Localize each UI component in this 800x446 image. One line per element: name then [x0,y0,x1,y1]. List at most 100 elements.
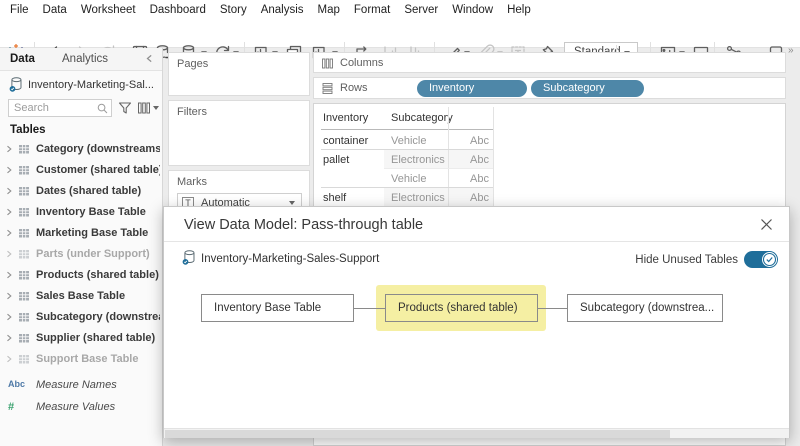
chevron-right-icon[interactable] [5,250,13,258]
table-label: Support Base Table [36,353,160,365]
tab-data[interactable]: Data [10,53,35,65]
chevron-right-icon[interactable] [5,145,13,153]
node-connector [354,308,385,309]
datasource-icon [182,249,196,266]
menu-data[interactable]: Data [36,2,74,18]
filters-label: Filters [177,106,207,118]
table-label: Sales Base Table [36,290,160,302]
crosstab-header-subcategory: Subcategory [391,112,453,124]
table-row-customer[interactable]: Customer (shared table) [0,161,162,182]
table-row-support-base[interactable]: Support Base Table [0,350,162,371]
table-label: Supplier (shared table) [36,332,160,344]
table-icon [18,332,30,344]
dialog-title: View Data Model: Pass-through table [184,217,423,233]
dialog-datasource-name: Inventory-Marketing-Sales-Support [201,253,379,265]
chevron-right-icon[interactable] [5,208,13,216]
table-icon [18,290,30,302]
collapse-pane-icon[interactable] [145,53,154,64]
pages-label: Pages [177,58,208,70]
view-options-icon[interactable] [137,101,151,115]
table-icon [18,269,30,281]
filter-fields-icon[interactable] [118,101,132,115]
crosstab-header-inventory: Inventory [323,112,368,124]
rows-shelf[interactable]: Rows Inventory Subcategory [313,77,786,99]
columns-shelf[interactable]: Columns [313,52,786,73]
model-node-inventory-base[interactable]: Inventory Base Table [201,294,354,322]
table-row-category[interactable]: Category (downstreams... [0,140,162,161]
model-node-subcategory[interactable]: Subcategory (downstrea... [567,294,723,322]
table-icon [18,143,30,155]
table-icon [18,227,30,239]
chevron-right-icon[interactable] [5,187,13,195]
columns-icon [322,58,333,69]
menu-worksheet[interactable]: Worksheet [74,2,143,18]
chevron-right-icon[interactable] [5,313,13,321]
chevron-right-icon[interactable] [5,292,13,300]
field-measure-values[interactable]: # Measure Values [0,398,162,419]
field-label: Measure Values [36,401,115,413]
menu-story[interactable]: Story [213,2,254,18]
table-label: Inventory Base Table [36,206,160,218]
toolbar-overflow-icon[interactable]: » [788,45,794,56]
table-row-marketing-base[interactable]: Marketing Base Table [0,224,162,245]
menu-window[interactable]: Window [445,2,500,18]
chevron-right-icon[interactable] [5,229,13,237]
view-options-caret-icon[interactable] [153,106,159,110]
model-node-products[interactable]: Products (shared table) [385,294,538,322]
table-row-subcategory[interactable]: Subcategory (downstrea... [0,308,162,329]
table-row-dates[interactable]: Dates (shared table) [0,182,162,203]
tab-analytics[interactable]: Analytics [62,53,108,65]
table-row-parts[interactable]: Parts (under Support) [0,245,162,266]
search-icon [96,102,109,115]
crosstab-cell: Abc [451,135,489,147]
crosstab-cell: Vehicle [391,173,426,185]
menu-format[interactable]: Format [347,2,397,18]
hide-unused-tables-toggle[interactable] [744,251,778,268]
pages-card[interactable]: Pages [168,52,310,96]
toggle-knob [762,252,777,267]
crosstab-cell: shelf [323,192,346,204]
crosstab-cell: Abc [451,154,489,166]
columns-label: Columns [340,57,383,69]
menu-help[interactable]: Help [500,2,538,18]
data-pane: Data Analytics Inventory-Marketing-Sal..… [0,48,163,446]
datasource-row[interactable]: Inventory-Marketing-Sal... [0,74,162,96]
chevron-right-icon[interactable] [5,355,13,363]
table-row-supplier[interactable]: Supplier (shared table) [0,329,162,350]
field-measure-names[interactable]: Abc Measure Names [0,376,162,397]
menu-server[interactable]: Server [397,2,445,18]
tables-header: Tables [10,124,46,136]
row-divider [384,168,493,169]
table-row-products[interactable]: Products (shared table) [0,266,162,287]
menu-map[interactable]: Map [311,2,347,18]
pill-inventory[interactable]: Inventory [417,80,527,97]
check-icon [762,252,777,267]
close-icon[interactable] [760,218,773,231]
crosstab-cell: Abc [451,192,489,204]
row-divider [321,187,493,188]
dialog-divider [164,241,789,242]
pill-subcategory[interactable]: Subcategory [531,80,644,97]
table-label: Subcategory (downstrea... [36,311,160,323]
toolbar: Standard » [0,19,800,48]
crosstab-cell: Electronics [391,192,445,204]
chevron-right-icon[interactable] [5,334,13,342]
chevron-right-icon[interactable] [5,166,13,174]
header-underline [321,129,493,130]
menu-analysis[interactable]: Analysis [254,2,311,18]
table-icon [18,311,30,323]
scrollbar-thumb[interactable] [165,430,670,438]
crosstab-cell: container [323,135,368,147]
field-label: Measure Names [36,379,117,391]
filters-card[interactable]: Filters [168,100,310,166]
table-row-sales-base[interactable]: Sales Base Table [0,287,162,308]
menu-file[interactable]: File [3,2,36,18]
dialog-horizontal-scrollbar[interactable] [164,428,789,438]
abc-icon: Abc [8,379,25,389]
rows-label: Rows [340,82,368,94]
table-row-inventory-base[interactable]: Inventory Base Table [0,203,162,224]
mark-type-caret-icon [289,201,295,205]
menu-dashboard[interactable]: Dashboard [143,2,213,18]
view-data-model-dialog: View Data Model: Pass-through table Inve… [163,206,790,438]
chevron-right-icon[interactable] [5,271,13,279]
